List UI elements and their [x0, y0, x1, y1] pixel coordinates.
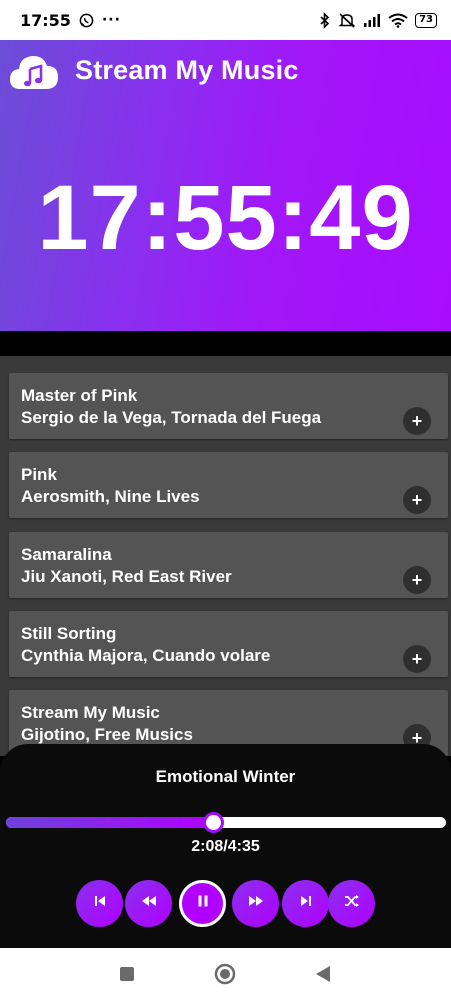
song-title: Pink	[21, 465, 57, 484]
add-song-button[interactable]: +	[403, 486, 431, 514]
song-artist: Cynthia Majora, Cuando volare	[21, 646, 271, 665]
song-artist: Gijotino, Free Musics	[21, 725, 193, 744]
bluetooth-icon	[319, 11, 331, 29]
song-artist: Jiu Xanoti, Red East River	[21, 567, 232, 586]
add-song-button[interactable]: +	[403, 407, 431, 435]
status-bar: 17:55 ··· 73	[0, 0, 451, 40]
battery-icon: 73	[415, 12, 437, 28]
song-item[interactable]: Still Sorting Cynthia Majora, Cuando vol…	[9, 611, 448, 677]
add-song-button[interactable]: +	[403, 566, 431, 594]
song-title: Still Sorting	[21, 624, 117, 643]
player-panel: Emotional Winter 2:08/4:35	[0, 744, 451, 948]
progress-fill	[6, 817, 213, 828]
skip-previous-button[interactable]	[76, 880, 123, 927]
back-icon	[315, 965, 331, 988]
clock-display: 17:55:49	[37, 167, 414, 269]
pause-icon	[196, 894, 210, 913]
divider	[0, 331, 451, 356]
cloud-music-icon	[8, 49, 60, 93]
signal-icon	[363, 13, 381, 27]
rewind-button[interactable]	[125, 880, 172, 927]
recents-button[interactable]	[115, 964, 139, 988]
home-icon	[214, 963, 236, 990]
song-artist: Aerosmith, Nine Lives	[21, 487, 200, 506]
shuffle-button[interactable]	[328, 880, 375, 927]
whatsapp-icon	[79, 13, 94, 28]
song-title: Samaralina	[21, 545, 112, 564]
song-title: Master of Pink	[21, 386, 138, 405]
pause-button[interactable]	[179, 880, 226, 927]
playback-controls	[0, 880, 451, 928]
home-button[interactable]	[213, 963, 237, 990]
app-header: Stream My Music 17:55:49	[0, 40, 451, 331]
back-button[interactable]	[311, 964, 335, 988]
shuffle-icon	[344, 894, 360, 913]
skip-next-icon	[299, 894, 313, 913]
song-list[interactable]: Master of Pink Sergio de la Vega, Tornad…	[0, 356, 451, 756]
time-readout: 2:08/4:35	[191, 838, 260, 855]
fast-forward-icon	[247, 894, 265, 913]
song-item[interactable]: Samaralina Jiu Xanoti, Red East River +	[9, 532, 448, 598]
mute-icon	[338, 12, 356, 29]
now-playing-title: Emotional Winter	[155, 767, 296, 786]
status-time: 17:55	[20, 10, 71, 30]
add-song-button[interactable]: +	[403, 645, 431, 673]
fast-forward-button[interactable]	[232, 880, 279, 927]
recents-icon	[119, 966, 135, 987]
skip-next-button[interactable]	[282, 880, 329, 927]
app-title: Stream My Music	[75, 55, 299, 85]
system-nav-bar	[0, 948, 451, 1003]
song-title: Stream My Music	[21, 703, 160, 722]
song-artist: Sergio de la Vega, Tornada del Fuega	[21, 408, 322, 427]
progress-thumb[interactable]	[202, 812, 224, 833]
skip-previous-icon	[93, 894, 107, 913]
wifi-icon	[388, 13, 408, 28]
song-item[interactable]: Pink Aerosmith, Nine Lives +	[9, 452, 448, 518]
more-icon: ···	[101, 12, 121, 28]
rewind-icon	[140, 894, 158, 913]
progress-bar[interactable]	[6, 817, 446, 828]
song-item[interactable]: Master of Pink Sergio de la Vega, Tornad…	[9, 373, 448, 439]
